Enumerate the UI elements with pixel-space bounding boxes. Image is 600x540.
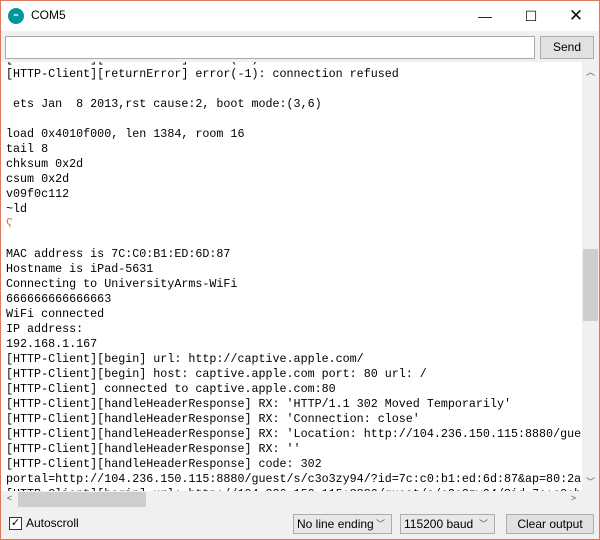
output-line: 666666666666663 [6,292,112,306]
output-line: [HTTP-Client][handleHeaderResponse] RX: … [6,412,420,426]
output-line: v09f0c112 [6,187,70,201]
output-line: csum 0x2d [6,172,70,186]
scroll-up-icon[interactable]: ︿ [582,65,599,78]
scroll-right-icon[interactable]: > [565,493,582,503]
output-line: [HTTP-Client][returnError] error(-1): co… [6,67,399,81]
output-line: ets Jan 8 2013,rst cause:2, boot mode:(3… [6,97,322,111]
close-button[interactable]: ✕ [553,1,599,31]
output-line: WiFi connected [6,307,105,321]
output-line: Connecting to UniversityArms-WiFi [6,277,238,291]
scroll-left-icon[interactable]: < [1,493,18,503]
vertical-scrollbar[interactable]: ︿ ﹀ [582,62,599,491]
line-ending-select[interactable]: No line ending ﹀ [293,514,392,534]
serial-monitor-window: ∞ COM5 — ☐ ✕ Send [HTTP-Client][returnEr… [0,0,600,540]
output-line: [HTTP-Client] connected to captive.apple… [6,382,336,396]
output-line: ~ld [6,202,28,216]
output-line: IP address: [6,322,84,336]
output-line: portal=http://104.236.150.115:8880/guest… [6,472,582,486]
output-line: [HTTP-Client][handleHeaderResponse] code… [6,457,322,471]
serial-output[interactable]: [HTTP-Client][returnError] error(-1): co… [1,62,582,491]
autoscroll-label[interactable]: Autoscroll [26,516,79,530]
window-title: COM5 [31,8,66,22]
output-line: load 0x4010f000, len 1384, room 16 [6,127,245,141]
command-input[interactable] [5,36,535,59]
output-line: [HTTP-Client][handleHeaderResponse] RX: … [6,397,511,411]
output-lines: [HTTP-Client][returnError] error(-1): co… [6,62,582,491]
line-ending-value: No line ending [297,517,374,531]
output-line: tail 8 [6,142,49,156]
minimize-button[interactable]: — [462,1,508,31]
output-line: [HTTP-Client][handleHeaderResponse] RX: … [6,427,582,441]
output-line: [HTTP-Client][handleHeaderResponse] RX: … [6,442,301,456]
output-line: chksum 0x2d [6,157,84,171]
output-line: 192.168.1.167 [6,337,98,351]
clear-output-button[interactable]: Clear output [506,514,594,534]
scroll-corner [582,491,599,508]
baud-rate-select[interactable]: 115200 baud ﹀ [400,514,495,534]
horizontal-scroll-thumb[interactable] [18,492,146,507]
checkmark-icon: ✓ [10,517,21,529]
baud-rate-value: 115200 baud [404,517,474,531]
output-line: [HTTP-Client][begin] host: captive.apple… [6,367,427,381]
horizontal-scrollbar[interactable]: < > [1,491,582,508]
title-bar: ∞ COM5 — ☐ ✕ [1,1,599,31]
output-line: Hostname is iPad-5631 [6,262,154,276]
output-line: [HTTP-Client][begin] url: http://captive… [6,352,364,366]
chevron-down-icon: ﹀ [375,519,385,529]
vertical-scroll-thumb[interactable] [583,249,598,321]
send-button[interactable]: Send [540,36,594,59]
output-line: MAC address is 7C:C0:B1:ED:6D:87 [6,247,231,261]
scroll-down-icon[interactable]: ﹀ [582,475,599,488]
chevron-down-icon: ﹀ [478,519,488,529]
input-row: Send [1,31,599,63]
footer-bar: ✓ Autoscroll No line ending ﹀ 115200 baud… [1,508,599,539]
autoscroll-checkbox[interactable]: ✓ [9,517,22,530]
arduino-logo-icon: ∞ [8,8,24,24]
maximize-button[interactable]: ☐ [508,1,554,31]
output-line: ʕ [6,217,14,231]
